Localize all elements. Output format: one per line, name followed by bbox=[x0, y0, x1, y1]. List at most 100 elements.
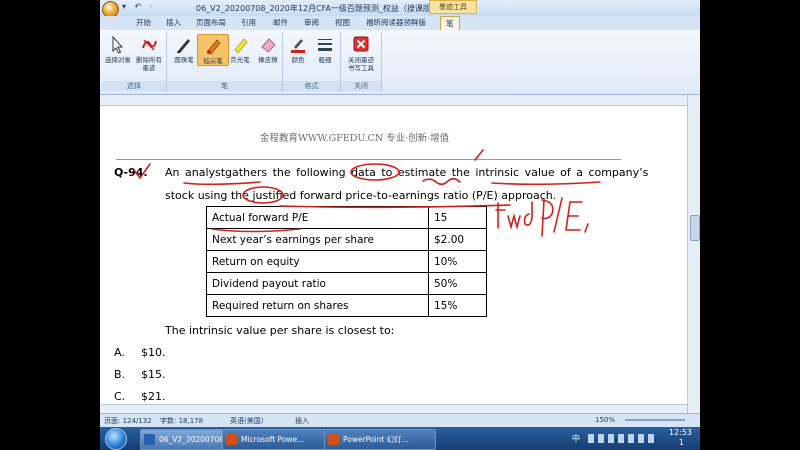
erase-all-ink-icon bbox=[140, 36, 158, 54]
table-cell-value: 10% bbox=[428, 250, 487, 273]
ime-indicator[interactable]: 中 bbox=[572, 433, 580, 444]
answer-option-a[interactable]: A. $10. bbox=[114, 346, 166, 359]
taskbar-item-label: Microsoft Powe... bbox=[241, 435, 305, 444]
group-close-label: 关闭 bbox=[341, 81, 381, 91]
table-cell-value: 15% bbox=[428, 294, 487, 317]
page-header: 金程教育WWW.GFEDU.CN 专业·创新·增值 bbox=[260, 133, 450, 144]
group-select-label: 选择 bbox=[102, 81, 166, 91]
start-button[interactable] bbox=[105, 428, 127, 450]
tab-pens[interactable]: 笔 bbox=[440, 16, 460, 30]
tab-insert[interactable]: 插入 bbox=[166, 17, 181, 28]
table-cell-label: Actual forward P/E bbox=[206, 206, 429, 229]
tab-page-layout[interactable]: 页面布局 bbox=[196, 17, 226, 28]
close-icon bbox=[352, 36, 370, 54]
table-cell-value: 15 bbox=[428, 206, 487, 229]
table-cell-label: Return on equity bbox=[206, 250, 429, 273]
table-cell-label: Dividend payout ratio bbox=[206, 272, 429, 295]
highlighter-icon bbox=[231, 36, 249, 54]
option-letter: C. bbox=[114, 390, 126, 403]
close-ink-tools-label: 关闭墨迹书写工具 bbox=[348, 56, 374, 72]
vertical-scrollbar[interactable] bbox=[687, 95, 700, 413]
table-row: Return on equity 10% bbox=[206, 250, 487, 273]
zoom-level[interactable]: 150% bbox=[595, 416, 615, 424]
felt-tip-pen-icon bbox=[204, 37, 222, 55]
question-prompt: The intrinsic value per share is closest… bbox=[165, 324, 395, 337]
highlighter-button[interactable]: 荧光笔 bbox=[225, 34, 255, 64]
word-window: ▾ ↶ · 06_V2_20200708_2020年12月CFA一级百题预测_权… bbox=[100, 0, 700, 427]
tab-view[interactable]: 视图 bbox=[335, 17, 350, 28]
ballpoint-pen-button[interactable]: 圆珠笔 bbox=[169, 34, 199, 64]
group-format-label: 格式 bbox=[283, 81, 340, 91]
group-select: 选择对象 删除所有墨迹 选择 bbox=[102, 32, 167, 92]
question-number: Q-94. bbox=[114, 166, 148, 179]
ballpoint-pen-icon bbox=[175, 36, 193, 54]
question-text-line-2: stock using the justified forward price-… bbox=[165, 189, 557, 202]
select-objects-button[interactable]: 选择对象 bbox=[103, 34, 133, 64]
close-ink-tools-button[interactable]: 关闭墨迹书写工具 bbox=[345, 34, 377, 72]
status-page[interactable]: 页面: 124/132 bbox=[104, 416, 152, 426]
eraser-label: 橡皮擦 bbox=[258, 56, 278, 64]
horizontal-ruler bbox=[100, 95, 700, 106]
taskbar-item-powerpoint-slideshow[interactable]: PowerPoint 幻灯... bbox=[324, 429, 436, 450]
group-close: 关闭墨迹书写工具 关闭 bbox=[341, 32, 382, 92]
data-table: Actual forward P/E 15 Next year’s earning… bbox=[206, 206, 487, 317]
ink-tools-context-tab: 墨迹工具 bbox=[429, 0, 477, 14]
table-row: Actual forward P/E 15 bbox=[206, 206, 487, 229]
table-row: Required return on shares 15% bbox=[206, 294, 487, 317]
table-cell-label: Next year’s earnings per share bbox=[206, 228, 429, 251]
taskbar-item-powerpoint[interactable]: Microsoft Powe... bbox=[222, 429, 338, 450]
tab-foxit[interactable]: 福昕阅读器领鲜版 bbox=[366, 17, 426, 28]
delete-all-ink-label: 删除所有墨迹 bbox=[136, 56, 162, 72]
group-format: 颜色 粗细 格式 bbox=[283, 32, 341, 92]
zoom-slider[interactable] bbox=[625, 419, 685, 421]
status-bar: 页面: 124/132 字数: 18,178 英语(美国) 插入 150% bbox=[100, 413, 700, 427]
group-pens: 圆珠笔 毡尖笔 荧光笔 橡皮擦 笔 bbox=[167, 32, 283, 92]
highlighter-label: 荧光笔 bbox=[230, 56, 250, 64]
title-bar: ▾ ↶ · 06_V2_20200708_2020年12月CFA一级百题预测_权… bbox=[100, 0, 700, 18]
powerpoint-slideshow-icon bbox=[328, 434, 339, 445]
thickness-button[interactable]: 粗细 bbox=[310, 34, 340, 64]
option-letter: B. bbox=[114, 368, 126, 381]
document-page[interactable]: 金程教育WWW.GFEDU.CN 专业·创新·增值 Q-94. An analy… bbox=[100, 106, 687, 404]
ribbon: 选择对象 删除所有墨迹 选择 圆珠笔 毡尖笔 荧光笔 橡皮擦 笔 颜色 粗细 格… bbox=[100, 30, 700, 95]
tray-icons[interactable] bbox=[588, 434, 658, 443]
quick-access-toolbar[interactable]: ▾ ↶ · bbox=[122, 2, 155, 11]
tab-mailings[interactable]: 邮件 bbox=[273, 17, 288, 28]
line-thickness-icon bbox=[316, 36, 334, 54]
delete-all-ink-button[interactable]: 删除所有墨迹 bbox=[134, 34, 164, 72]
thickness-label: 粗细 bbox=[318, 56, 332, 64]
option-letter: A. bbox=[114, 346, 125, 359]
eraser-button[interactable]: 橡皮擦 bbox=[253, 34, 283, 64]
tab-references[interactable]: 引用 bbox=[241, 17, 256, 28]
table-cell-value: 50% bbox=[428, 272, 487, 295]
select-objects-label: 选择对象 bbox=[105, 56, 131, 64]
eraser-icon bbox=[259, 36, 277, 54]
tab-home[interactable]: 开始 bbox=[136, 17, 151, 28]
cursor-arrow-icon bbox=[109, 35, 127, 54]
windows-taskbar: 06_V2_20200708... Microsoft Powe... Powe… bbox=[100, 427, 700, 450]
scroll-thumb[interactable] bbox=[690, 215, 700, 241]
table-cell-label: Required return on shares bbox=[206, 294, 429, 317]
group-pens-label: 笔 bbox=[167, 81, 282, 91]
status-insert-mode[interactable]: 插入 bbox=[295, 416, 309, 426]
pen-color-icon bbox=[289, 36, 307, 54]
felt-tip-pen-label: 毡尖笔 bbox=[203, 57, 223, 65]
answer-option-c[interactable]: C. $21. bbox=[114, 390, 166, 403]
status-language[interactable]: 英语(美国) bbox=[230, 416, 263, 426]
clock-time[interactable]: 12:53 bbox=[669, 428, 692, 437]
clock-date[interactable]: 1 bbox=[679, 438, 684, 447]
header-divider bbox=[116, 159, 621, 160]
option-text: $21. bbox=[141, 390, 166, 403]
tab-review[interactable]: 审阅 bbox=[304, 17, 319, 28]
powerpoint-app-icon bbox=[226, 434, 237, 445]
status-word-count[interactable]: 字数: 18,178 bbox=[160, 416, 203, 426]
table-row: Dividend payout ratio 50% bbox=[206, 272, 487, 295]
question-text-line-1: An analystgathers the following data to … bbox=[165, 166, 649, 179]
color-button[interactable]: 颜色 bbox=[283, 34, 313, 64]
ribbon-tabs: 开始 插入 页面布局 引用 邮件 审阅 视图 福昕阅读器领鲜版 笔 bbox=[100, 16, 700, 30]
answer-option-b[interactable]: B. $15. bbox=[114, 368, 166, 381]
option-text: $15. bbox=[141, 368, 166, 381]
table-cell-value: $2.00 bbox=[428, 228, 487, 251]
option-text: $10. bbox=[141, 346, 166, 359]
table-row: Next year’s earnings per share $2.00 bbox=[206, 228, 487, 251]
